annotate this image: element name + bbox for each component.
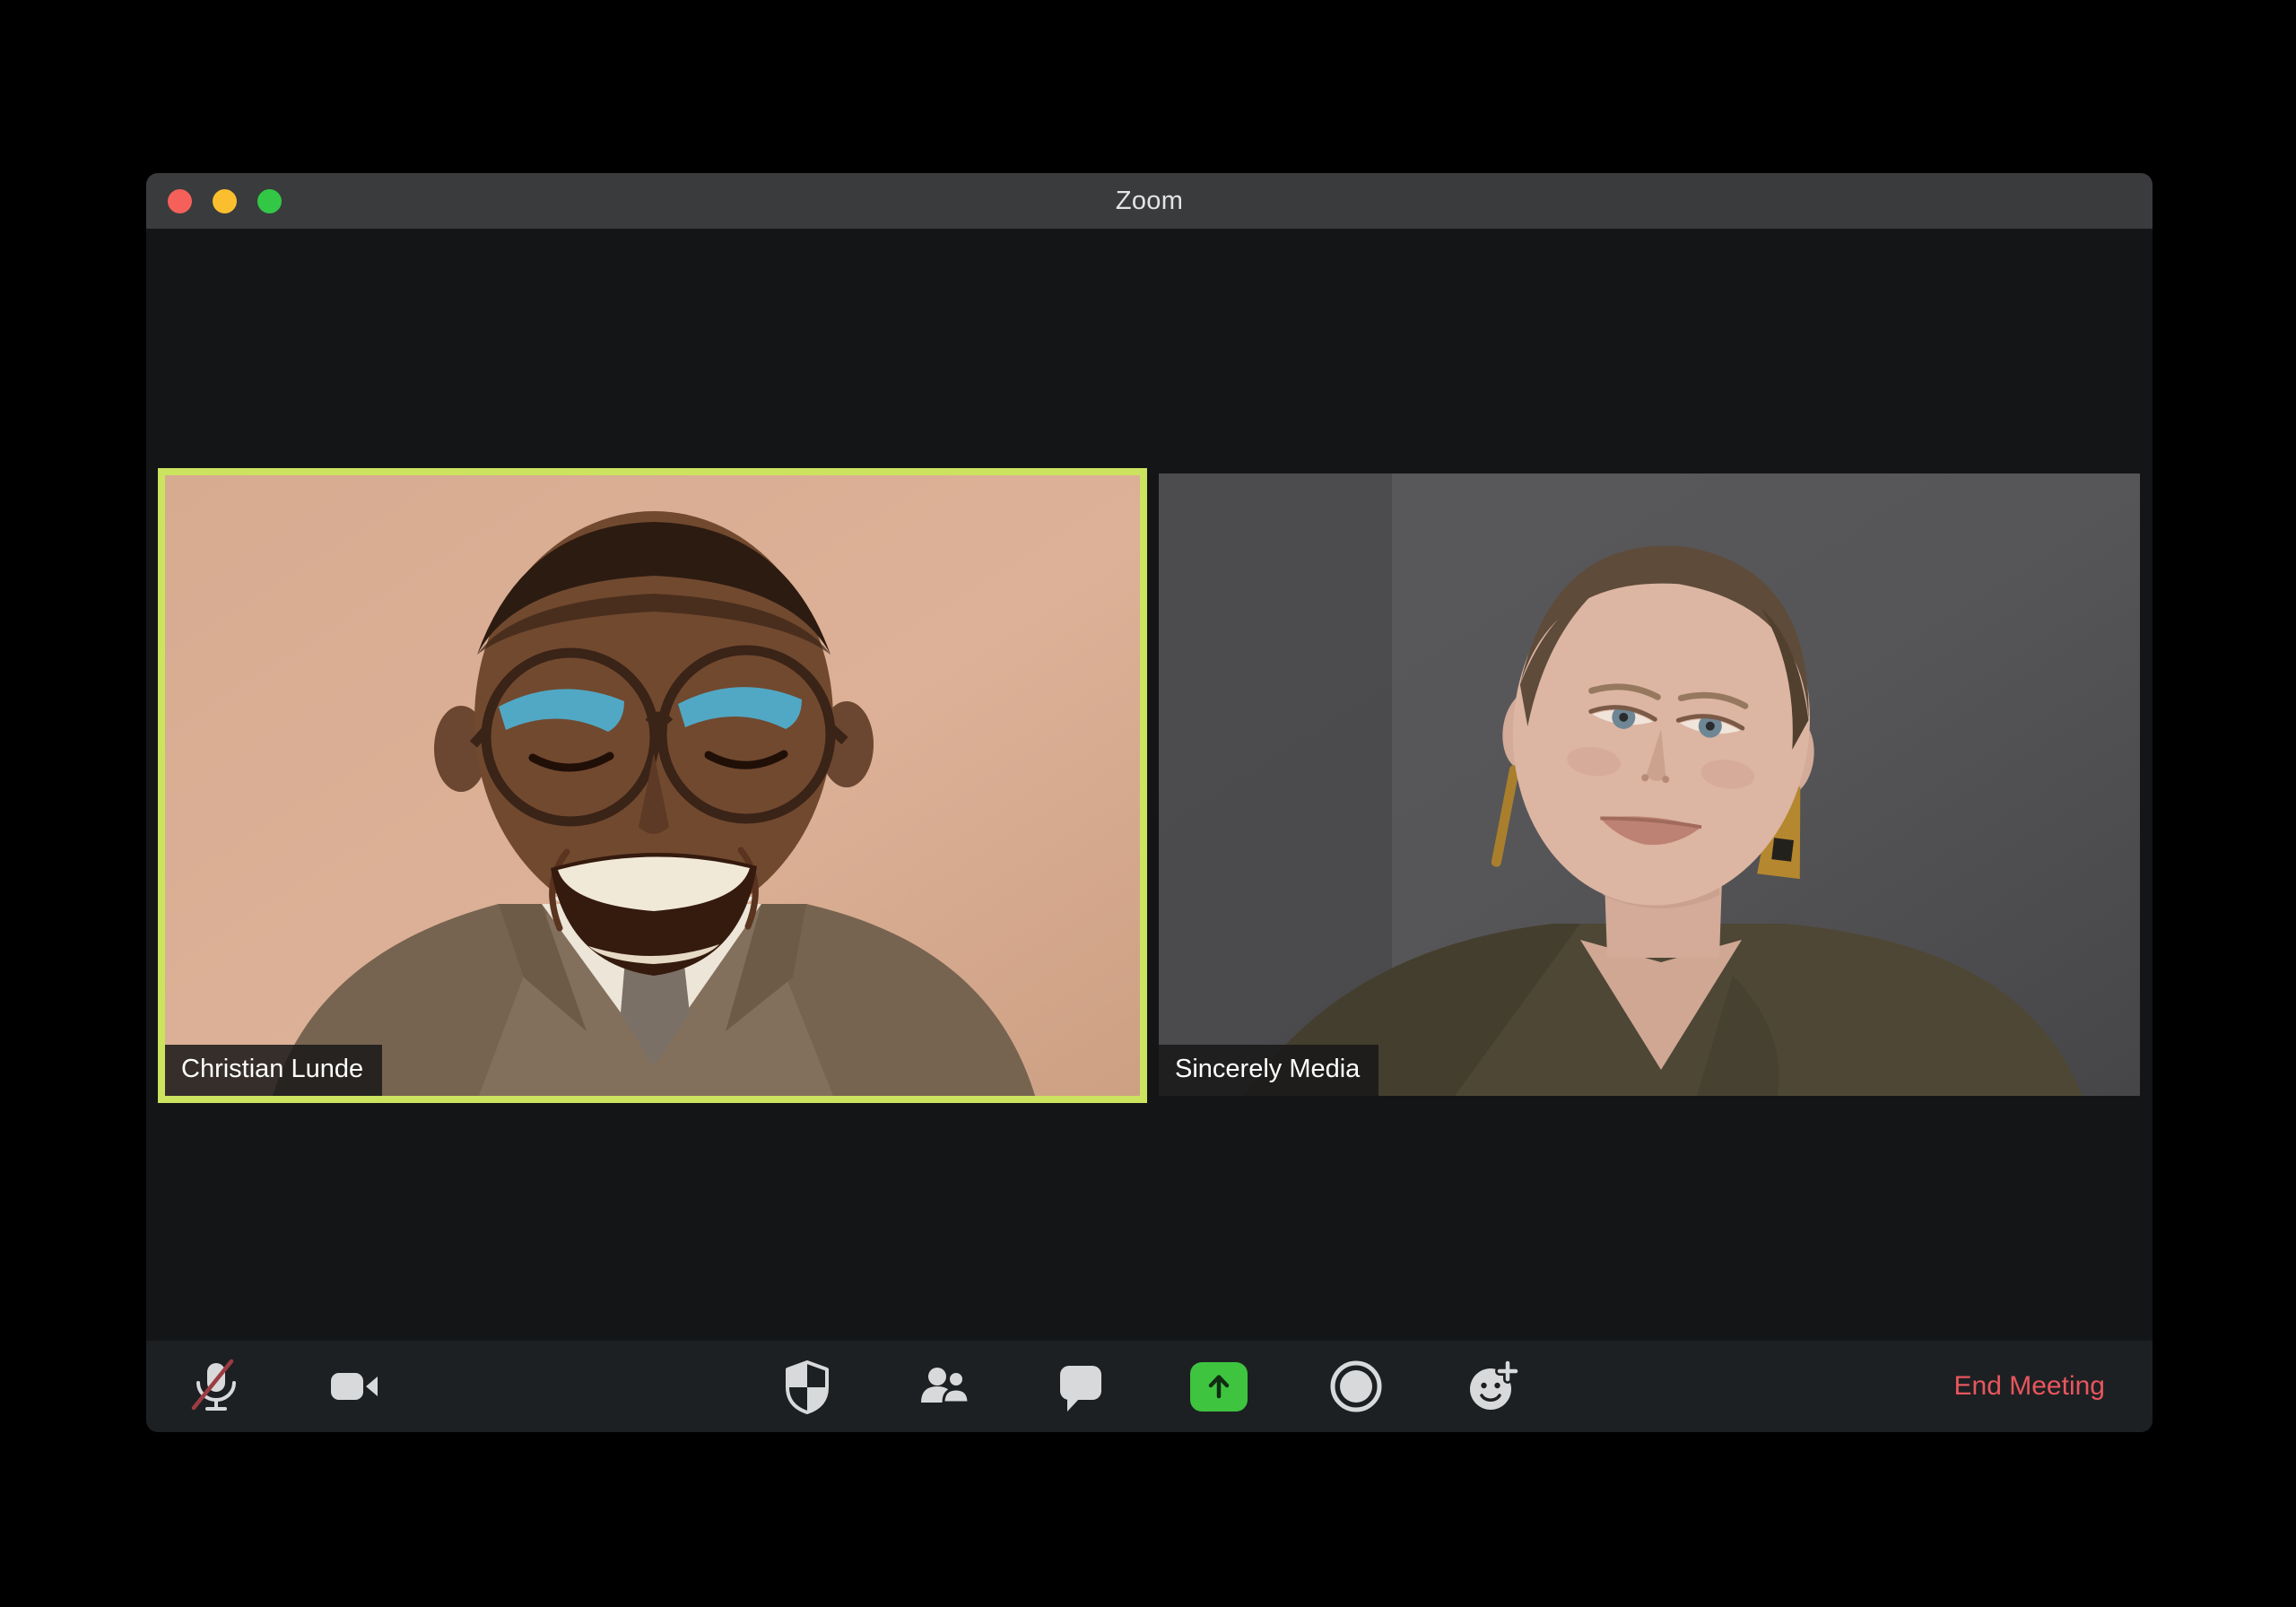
start-video-button[interactable]	[325, 1358, 382, 1415]
security-shield-icon	[778, 1358, 836, 1415]
participant-video-woman-portrait	[1159, 473, 2140, 1096]
desktop-background: Zoom Christian Lunde Sincerely Media End…	[0, 0, 2296, 1607]
close-button[interactable]	[168, 188, 192, 213]
video-camera-icon	[325, 1358, 382, 1415]
participant-tile-christian-lunde[interactable]: Christian Lunde	[158, 468, 1147, 1103]
record-button[interactable]	[1327, 1358, 1385, 1415]
security-button[interactable]	[778, 1358, 836, 1415]
chat-button[interactable]	[1052, 1358, 1109, 1415]
smiley-plus-icon	[1465, 1358, 1522, 1415]
name-badge: Sincerely Media	[1159, 1045, 1379, 1096]
titlebar[interactable]: Zoom	[146, 173, 2152, 229]
video-grid: Christian Lunde Sincerely Media	[158, 468, 2140, 1103]
mute-button[interactable]	[187, 1358, 244, 1415]
share-screen-up-arrow-icon	[1190, 1361, 1248, 1412]
end-meeting-button[interactable]: End Meeting	[1954, 1341, 2105, 1432]
participant-video-man-portrait	[165, 475, 1140, 1096]
participant-tile-sincerely-media[interactable]: Sincerely Media	[1159, 473, 2140, 1096]
fullscreen-button[interactable]	[257, 188, 282, 213]
name-badge: Christian Lunde	[165, 1045, 383, 1096]
share-screen-button[interactable]	[1190, 1358, 1248, 1415]
minimize-button[interactable]	[213, 188, 237, 213]
mic-muted-icon	[187, 1358, 244, 1415]
reactions-button[interactable]	[1465, 1358, 1522, 1415]
zoom-window: Zoom Christian Lunde Sincerely Media End…	[146, 173, 2152, 1432]
chat-bubble-icon	[1052, 1358, 1109, 1415]
participants-button[interactable]	[916, 1358, 973, 1415]
window-title: Zoom	[1115, 186, 1184, 215]
traffic-lights	[168, 173, 282, 229]
meeting-toolbar: End Meeting	[146, 1341, 2152, 1432]
participants-icon	[916, 1358, 973, 1415]
record-circle-icon	[1327, 1358, 1385, 1415]
